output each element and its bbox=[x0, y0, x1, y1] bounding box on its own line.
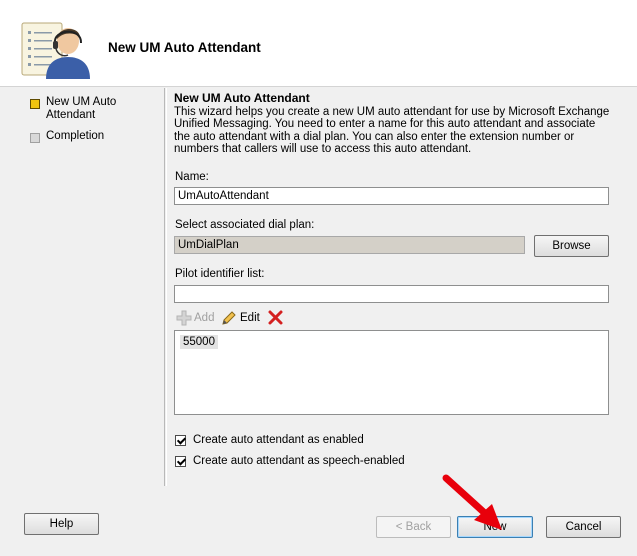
dial-plan-field: UmDialPlan bbox=[174, 236, 525, 254]
pending-step-icon bbox=[30, 133, 40, 143]
add-icon bbox=[176, 310, 192, 326]
speech-enabled-checkbox-row[interactable]: Create auto attendant as speech-enabled bbox=[175, 455, 405, 467]
section-title: New UM Auto Attendant bbox=[174, 91, 310, 105]
step-new-um-auto-attendant: New UM Auto Attendant bbox=[30, 96, 150, 122]
um-attendant-icon bbox=[20, 17, 90, 79]
step-label: Completion bbox=[46, 130, 105, 142]
pencil-icon bbox=[221, 310, 237, 326]
step-label: New UM Auto Attendant bbox=[46, 96, 117, 121]
pilot-identifier-input[interactable] bbox=[174, 285, 609, 303]
page-title: New UM Auto Attendant bbox=[108, 40, 261, 55]
name-label: Name: bbox=[175, 171, 209, 183]
red-arrow-annotation bbox=[440, 472, 510, 534]
wizard-header bbox=[0, 0, 637, 87]
dial-plan-label: Select associated dial plan: bbox=[175, 219, 315, 231]
name-input[interactable]: UmAutoAttendant bbox=[174, 187, 609, 205]
edit-button[interactable]: Edit bbox=[221, 310, 260, 326]
enabled-checkbox[interactable] bbox=[175, 434, 186, 446]
speech-enabled-checkbox-label: Create auto attendant as speech-enabled bbox=[193, 455, 405, 467]
enabled-checkbox-row[interactable]: Create auto attendant as enabled bbox=[175, 434, 364, 446]
vertical-divider bbox=[164, 88, 167, 486]
browse-button[interactable]: Browse bbox=[534, 235, 609, 257]
help-button[interactable]: Help bbox=[24, 513, 99, 535]
enabled-checkbox-label: Create auto attendant as enabled bbox=[193, 434, 364, 446]
pilot-identifier-list[interactable]: 55000 bbox=[174, 330, 609, 415]
list-item[interactable]: 55000 bbox=[180, 335, 218, 349]
main-content: New UM Auto Attendant This wizard helps … bbox=[174, 91, 614, 156]
remove-icon[interactable] bbox=[267, 309, 284, 326]
step-completion: Completion bbox=[30, 130, 150, 143]
pilot-identifier-label: Pilot identifier list: bbox=[175, 268, 265, 280]
speech-enabled-checkbox[interactable] bbox=[175, 455, 186, 467]
wizard-steps: New UM Auto Attendant Completion bbox=[30, 96, 150, 151]
edit-label: Edit bbox=[240, 312, 260, 324]
cancel-button[interactable]: Cancel bbox=[546, 516, 621, 538]
add-button[interactable]: Add bbox=[176, 310, 214, 326]
add-label: Add bbox=[194, 312, 215, 324]
description-text: This wizard helps you create a new UM au… bbox=[174, 106, 610, 156]
current-step-icon bbox=[30, 99, 40, 109]
